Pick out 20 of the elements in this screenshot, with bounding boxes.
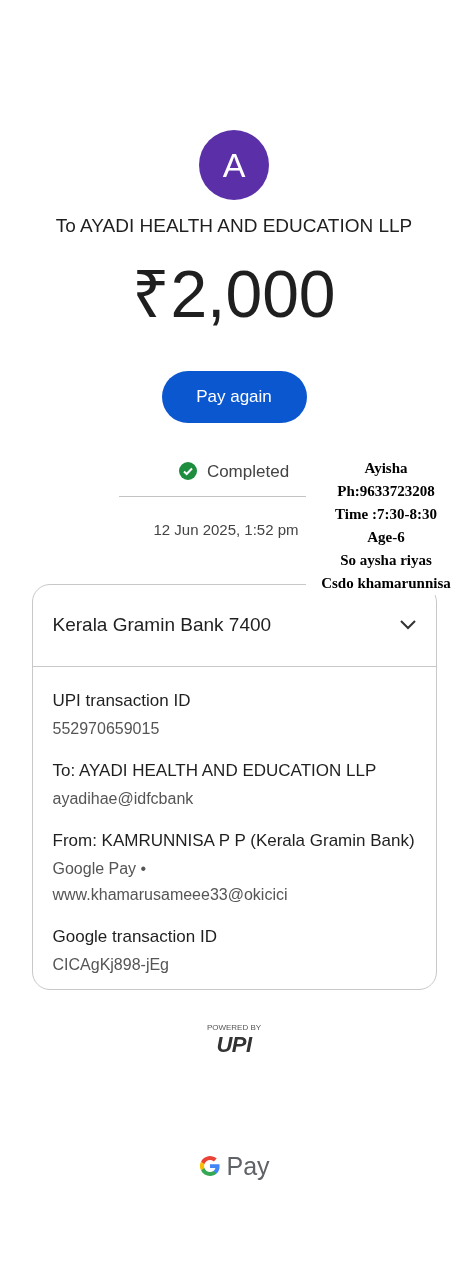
- google-g-icon: [198, 1154, 223, 1179]
- detail-value: www.khamarusameee33@okicici: [52, 884, 289, 905]
- powered-by-label: POWERED BY: [206, 1021, 262, 1034]
- detail-value: CICAgKj898-jEg: [52, 954, 170, 975]
- detail-value: ayadihae@idfcbank: [52, 788, 195, 809]
- payee-title: To AYADI HEALTH AND EDUCATION LLP: [55, 214, 413, 238]
- transaction-date: 12 Jun 2025, 1:52 pm: [153, 520, 299, 540]
- detail-value: 552970659015: [52, 718, 161, 739]
- upi-logo: UPI: [216, 1033, 252, 1056]
- detail-label: From: KAMRUNNISA P P (Kerala Gramin Bank): [52, 829, 416, 852]
- chevron-icon: [399, 620, 416, 630]
- status-label: Completed: [206, 460, 290, 483]
- brand-label: Pay: [226, 1150, 270, 1182]
- detail-label: UPI transaction ID: [52, 689, 192, 712]
- avatar: A: [199, 130, 269, 200]
- amount: ₹2,000: [132, 260, 336, 327]
- detail-value: Google Pay •: [52, 858, 148, 879]
- pay-again-button[interactable]: Pay again: [161, 370, 307, 423]
- detail-label: Google transaction ID: [52, 925, 218, 948]
- detail-label: To: AYADI HEALTH AND EDUCATION LLP: [52, 759, 378, 782]
